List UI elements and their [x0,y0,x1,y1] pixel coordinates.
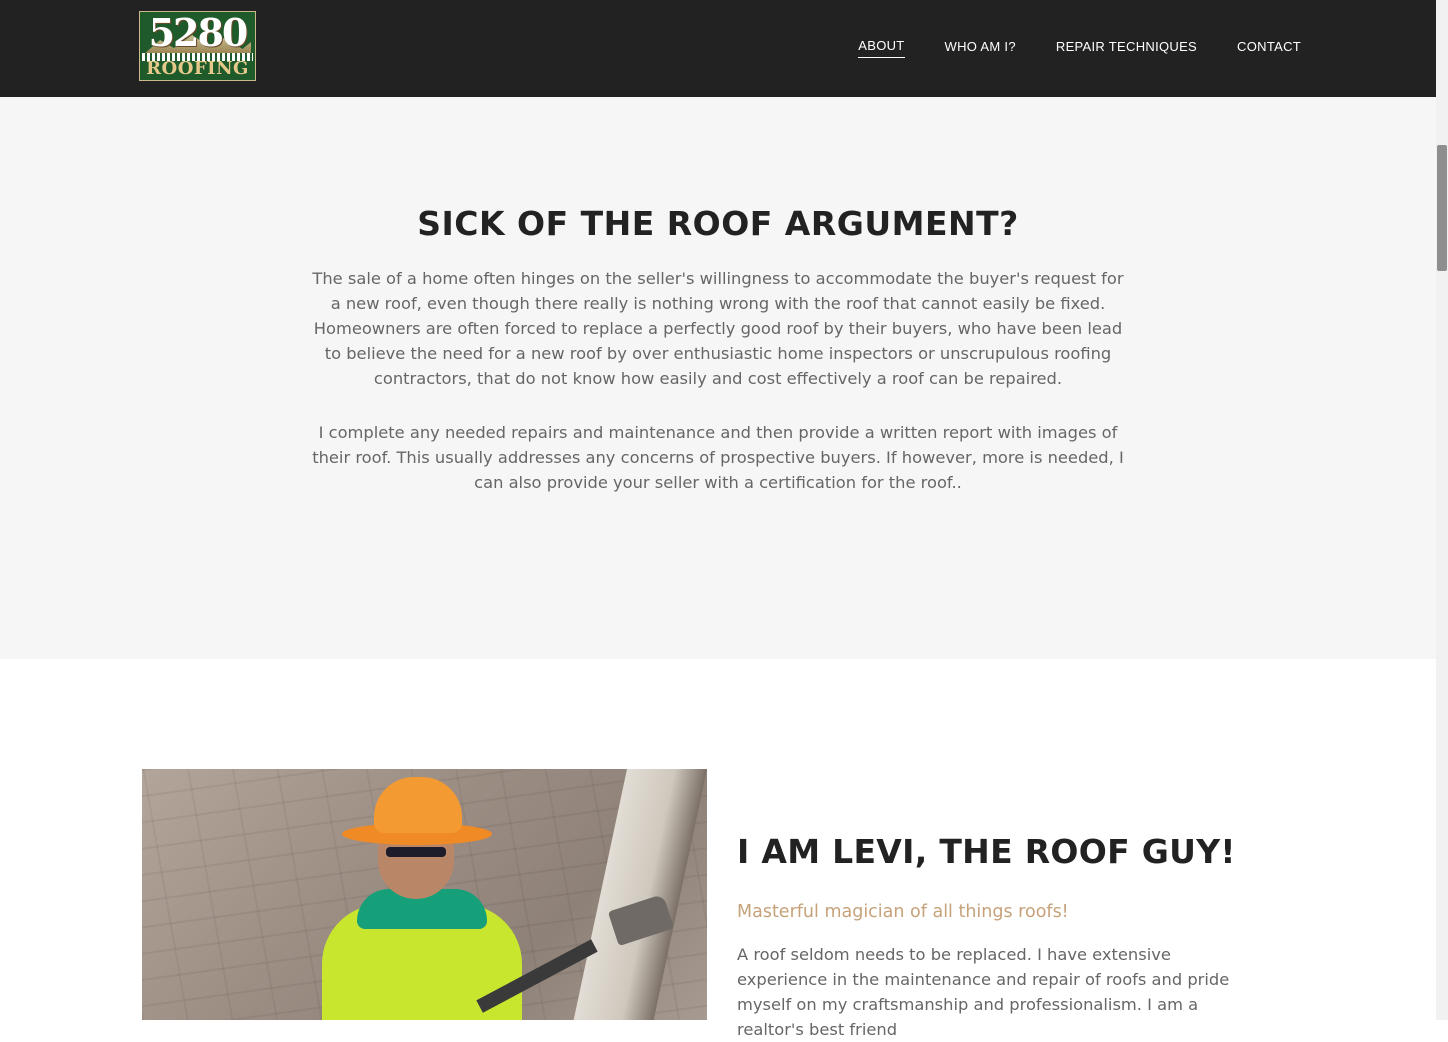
scrollbar-thumb[interactable] [1437,145,1447,271]
about-text: A roof seldom needs to be replaced. I ha… [737,945,1230,1039]
nav-contact[interactable]: CONTACT [1237,39,1301,58]
nav-about[interactable]: ABOUT [858,38,905,58]
nav-repair-techniques[interactable]: REPAIR TECHNIQUES [1056,39,1197,58]
main-nav: ABOUT WHO AM I? REPAIR TECHNIQUES CONTAC… [858,38,1301,58]
roof-argument-paragraph-1: The sale of a home often hinges on the s… [312,269,1124,388]
nav-who-am-i[interactable]: WHO AM I? [945,39,1016,58]
logo-word: ROOFING [146,58,249,79]
about-subtitle: Masterful magician of all things roofs! [737,902,1069,922]
site-header: 5280 ROOFING ABOUT WHO AM I? REPAIR TECH… [0,0,1436,97]
roof-argument-title: SICK OF THE ROOF ARGUMENT? [417,204,1019,243]
roof-argument-paragraph-2: I complete any needed repairs and mainte… [312,423,1124,492]
page-scrollbar[interactable] [1436,0,1448,1020]
about-title: I AM LEVI, THE ROOF GUY! [737,832,1236,871]
photo-sunglasses [386,847,446,857]
levi-roof-photo [142,769,707,1020]
photo-roof-edge [573,769,707,1020]
roof-argument-section: SICK OF THE ROOF ARGUMENT? The sale of a… [0,97,1436,659]
logo-number: 5280 [148,11,249,55]
photo-hat-crown [374,777,462,833]
site-logo[interactable]: 5280 ROOFING [139,11,256,81]
